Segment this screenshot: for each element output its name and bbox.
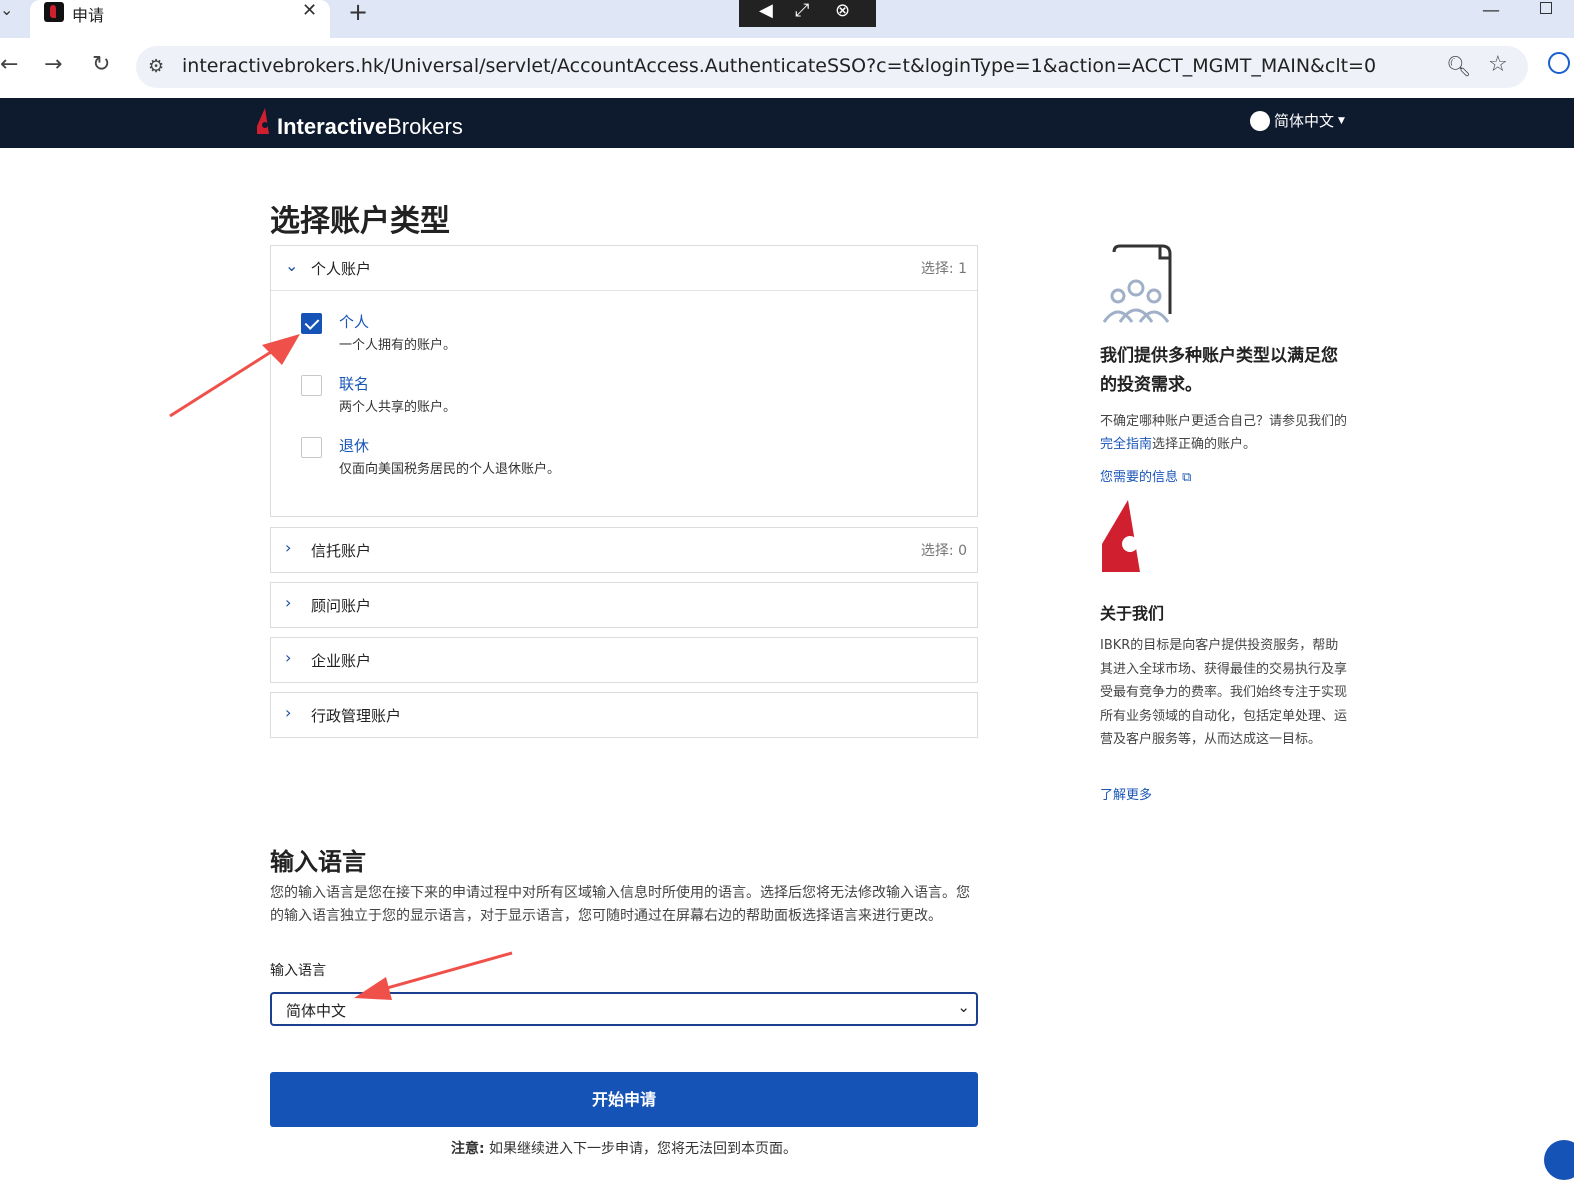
- browser-tab-strip: ⌄ 申请 ✕ + ◀ ⤢ ⊗ —: [0, 0, 1574, 38]
- back-icon[interactable]: ←: [0, 52, 18, 77]
- globe-icon: [1250, 110, 1270, 131]
- page-title: 选择账户类型: [270, 204, 450, 239]
- address-bar[interactable]: ⚙ interactivebrokers.hk/Universal/servle…: [136, 46, 1528, 88]
- site-settings-icon[interactable]: ⚙: [148, 56, 164, 77]
- input-language-label: 输入语言: [270, 963, 326, 979]
- input-language-select[interactable]: 简体中文 ⌄: [270, 992, 978, 1026]
- site-header: InteractiveBrokers 简体中文 ▼: [0, 98, 1574, 148]
- ib-logo-mark-icon: [257, 108, 269, 134]
- close-share-icon[interactable]: ⊗: [835, 0, 850, 21]
- zoom-icon[interactable]: 🔍︎: [1446, 54, 1471, 78]
- external-link-icon: ⧉: [1182, 470, 1192, 485]
- input-language-desc: 您的输入语言是您在接下来的申请过程中对所有区域输入信息时所使用的语言。选择后您将…: [270, 885, 970, 924]
- checkbox-individual[interactable]: [301, 313, 322, 334]
- language-switcher[interactable]: 简体中文 ▼: [1250, 110, 1345, 131]
- language-label: 简体中文: [1274, 112, 1335, 130]
- option-desc: 两个人共享的账户。: [339, 400, 457, 415]
- sidebar-heading: 我们提供多种账户类型以满足您的投资需求。: [1100, 346, 1338, 395]
- learn-more-link[interactable]: 了解更多: [1100, 784, 1152, 803]
- ib-brand-logo-icon: [1102, 500, 1140, 572]
- bookmark-star-icon[interactable]: ☆: [1488, 52, 1508, 77]
- panel-individual-header[interactable]: ⌄ 个人账户 选择: 1: [271, 246, 977, 290]
- ib-logo[interactable]: InteractiveBrokers: [277, 114, 463, 140]
- option-label[interactable]: 联名: [339, 373, 369, 394]
- panel-enterprise[interactable]: › 企业账户: [270, 637, 978, 683]
- prev-icon[interactable]: ◀: [759, 0, 773, 21]
- chevron-right-icon: ›: [285, 648, 292, 667]
- browser-toolbar: ← → ↻ ⚙ interactivebrokers.hk/Universal/…: [0, 38, 1574, 98]
- chevron-down-icon: ⌄: [957, 998, 970, 1016]
- panel-title: 顾问账户: [311, 597, 372, 615]
- option-desc: 仅面向美国税务居民的个人退休账户。: [339, 462, 561, 477]
- chat-support-button[interactable]: [1544, 1140, 1574, 1180]
- panel-advisor[interactable]: › 顾问账户: [270, 582, 978, 628]
- chevron-down-icon: ⌄: [285, 256, 299, 275]
- annotation-arrow-select: [379, 951, 513, 992]
- option-desc: 一个人拥有的账户。: [339, 338, 457, 353]
- annotation-arrow-checkbox: [169, 343, 283, 418]
- tab-close-icon[interactable]: ✕: [302, 0, 317, 21]
- forward-icon[interactable]: →: [44, 52, 62, 77]
- panel-title: 企业账户: [311, 652, 372, 670]
- panel-individual: ⌄ 个人账户 选择: 1 个人 一个人拥有的账户。 联名 两个人共享的账户。 退…: [270, 245, 978, 517]
- new-tab-button[interactable]: +: [348, 0, 368, 26]
- window-minimize-icon[interactable]: —: [1482, 0, 1500, 21]
- people-document-icon: [1102, 244, 1172, 323]
- profile-icon[interactable]: [1548, 52, 1570, 74]
- chevron-right-icon: ›: [285, 593, 292, 612]
- start-application-button[interactable]: 开始申请: [270, 1072, 978, 1127]
- about-title: 关于我们: [1100, 604, 1165, 623]
- select-value: 简体中文: [286, 1002, 347, 1020]
- tab-search-chevron-icon[interactable]: ⌄: [0, 0, 13, 19]
- panel-count: 选择: 0: [920, 543, 967, 559]
- option-label[interactable]: 退休: [339, 435, 369, 456]
- chevron-right-icon: ›: [285, 538, 292, 557]
- window-restore-icon[interactable]: [1540, 2, 1552, 14]
- info-needed-link[interactable]: 您需要的信息 ⧉: [1100, 466, 1191, 485]
- panel-individual-body: 个人 一个人拥有的账户。 联名 两个人共享的账户。 退休 仅面向美国税务居民的个…: [271, 290, 977, 516]
- browser-tab-active[interactable]: 申请 ✕: [30, 0, 330, 38]
- checkbox-retirement[interactable]: [301, 437, 322, 458]
- screen-share-bar: ◀ ⤢ ⊗: [739, 0, 876, 27]
- reload-icon[interactable]: ↻: [92, 52, 110, 77]
- option-label[interactable]: 个人: [339, 311, 369, 332]
- checkbox-joint[interactable]: [301, 375, 322, 396]
- expand-icon[interactable]: ⤢: [795, 0, 809, 21]
- chevron-right-icon: ›: [285, 703, 292, 722]
- caret-down-icon: ▼: [1338, 115, 1345, 126]
- about-text: IBKR的目标是向客户提供投资服务，帮助其进入全球市场、获得最佳的交易执行及享受…: [1100, 638, 1348, 747]
- panel-title: 信托账户: [311, 542, 372, 560]
- panel-admin[interactable]: › 行政管理账户: [270, 692, 978, 738]
- input-language-title: 输入语言: [270, 848, 366, 876]
- panel-trust[interactable]: › 信托账户 选择: 0: [270, 527, 978, 573]
- full-guide-link[interactable]: 完全指南: [1100, 437, 1152, 452]
- ib-favicon-icon: [44, 2, 64, 22]
- panel-title: 个人账户: [311, 260, 372, 278]
- sidebar-text: 不确定哪种账户更适合自己？请参见我们的完全指南选择正确的账户。: [1100, 414, 1348, 452]
- tab-title: 申请: [72, 6, 105, 25]
- url-text[interactable]: interactivebrokers.hk/Universal/servlet/…: [182, 55, 1376, 77]
- panel-title: 行政管理账户: [311, 707, 402, 725]
- note-text: 注意: 如果继续进入下一步申请，您将无法回到本页面。: [450, 1141, 798, 1157]
- panel-count: 选择: 1: [920, 261, 967, 277]
